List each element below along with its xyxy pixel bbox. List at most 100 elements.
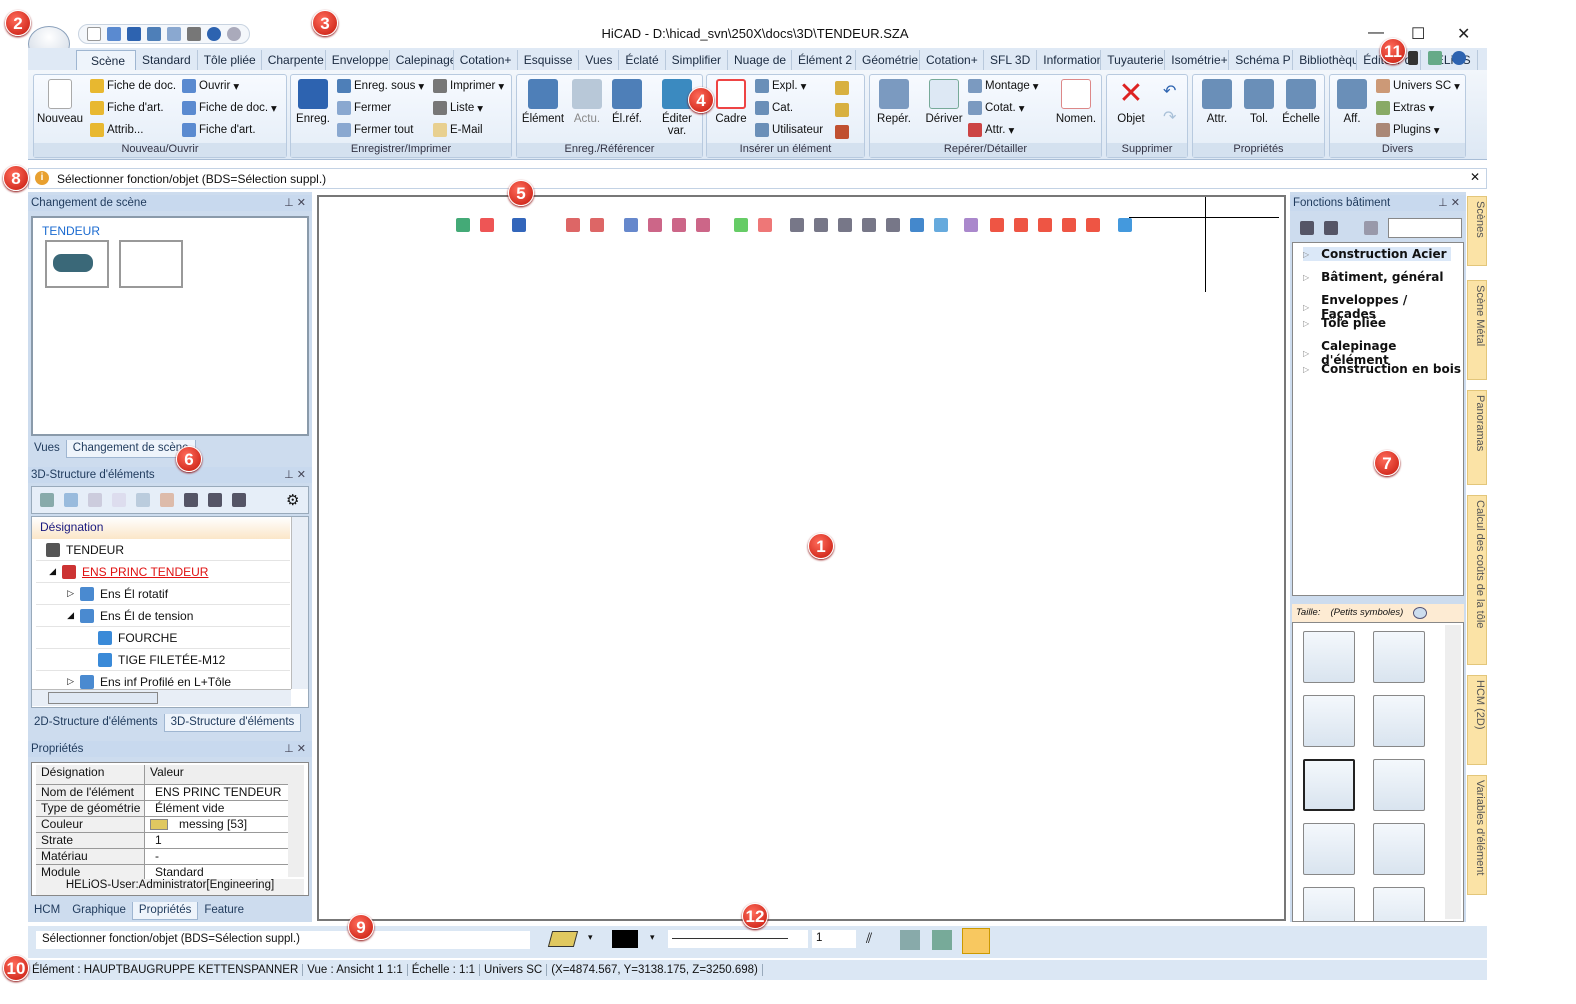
enreg-sous-button[interactable]: Enreg. sous ▾	[337, 79, 424, 93]
gallery-scrollbar[interactable]	[1445, 625, 1461, 919]
symbol-thumbnail[interactable]	[1373, 759, 1425, 811]
ribbon-tab[interactable]: SFL 3D	[984, 50, 1038, 70]
tol-button[interactable]: Tol.	[1239, 79, 1279, 125]
symbol-thumbnail[interactable]	[1303, 631, 1355, 683]
expand-arrow-icon[interactable]: ▷	[1303, 273, 1309, 282]
ribbon-tab[interactable]: Simplifier	[666, 50, 729, 70]
ribbon-tab[interactable]: Élément 2	[792, 50, 857, 70]
attr-button[interactable]: Attr.	[1195, 79, 1239, 125]
symbol-thumbnail[interactable]	[1373, 887, 1425, 921]
redo-icon[interactable]: ↷	[1163, 107, 1176, 127]
cube-red-icon[interactable]	[758, 218, 772, 232]
gear-doc-icon[interactable]	[835, 81, 849, 95]
deriver-button[interactable]: Dériver	[920, 79, 968, 125]
aff-button[interactable]: Aff.	[1332, 79, 1372, 125]
cube-section-icon[interactable]	[1062, 218, 1076, 232]
ribbon-tab[interactable]: Nuage de	[728, 50, 793, 70]
tab-hcm[interactable]: HCM	[28, 902, 66, 920]
coordinate-system-icon[interactable]	[900, 930, 920, 950]
refresh-icon[interactable]	[624, 218, 638, 232]
cadre-button[interactable]: Cadre	[709, 79, 753, 125]
chevron-down-icon[interactable]: ▾	[588, 932, 593, 943]
filter-icon[interactable]	[1118, 218, 1132, 232]
side-tab[interactable]: Panoramas	[1467, 390, 1487, 485]
fill-color-icon[interactable]	[547, 931, 579, 947]
edit-icon[interactable]	[1428, 51, 1442, 65]
axes-icon[interactable]	[932, 930, 952, 950]
expand-level-1-icon[interactable]	[184, 493, 198, 507]
nomen-button[interactable]: Nomen.	[1052, 79, 1100, 125]
view-iso-icon[interactable]	[910, 218, 924, 232]
collapse-all-icon[interactable]	[1324, 221, 1338, 235]
supprimer-objet-button[interactable]: ✕ Objet	[1109, 79, 1153, 126]
reper-button[interactable]: Repér.	[872, 79, 916, 125]
tree-row[interactable]: TENDEUR	[36, 539, 290, 561]
view-front-icon[interactable]	[790, 218, 804, 232]
ribbon-tab[interactable]: Vues	[579, 50, 620, 70]
expand-toggle-icon[interactable]: ▷	[36, 676, 80, 687]
ribbon-tab[interactable]: Esquisse	[518, 50, 580, 70]
ouvrir-button[interactable]: Ouvrir ▾	[182, 79, 239, 93]
properties-scrollbar[interactable]	[288, 765, 304, 877]
gear-multi-icon[interactable]	[835, 125, 849, 139]
ribbon-tab[interactable]: Cotation+	[920, 50, 985, 70]
expand-arrow-icon[interactable]: ▷	[1303, 319, 1309, 328]
tree-row[interactable]: FOURCHE	[36, 627, 290, 649]
property-row[interactable]: Matériau -	[36, 849, 288, 865]
symbol-thumbnail[interactable]	[1303, 695, 1355, 747]
copy-icon[interactable]	[88, 493, 102, 507]
close-window-button[interactable]: ✕	[1457, 24, 1470, 44]
elref-button[interactable]: Él.réf.	[607, 79, 647, 125]
category-item[interactable]: ▷ Construction en bois	[1303, 362, 1461, 376]
fiche-art-button[interactable]: Fiche d'art.	[90, 101, 164, 115]
property-row[interactable]: Strate 1	[36, 833, 288, 849]
cut-icon[interactable]	[64, 493, 78, 507]
search-icon[interactable]	[1364, 221, 1378, 235]
property-value[interactable]: messing [53]	[145, 817, 247, 832]
actu-button[interactable]: Actu.	[567, 79, 607, 125]
symbol-thumbnail[interactable]	[1303, 887, 1355, 921]
tab-graphique[interactable]: Graphique	[66, 902, 132, 920]
view-solid-icon[interactable]	[934, 218, 948, 232]
help-icon[interactable]	[1452, 51, 1466, 65]
liste-button[interactable]: Liste ▾	[433, 101, 483, 115]
expand-toggle-icon[interactable]: ◢	[36, 610, 80, 621]
line-color-swatch[interactable]	[612, 930, 638, 948]
view-back-icon[interactable]	[814, 218, 828, 232]
size-slider[interactable]	[1413, 607, 1428, 619]
symbol-thumbnail[interactable]	[1303, 823, 1355, 875]
zoom-out-icon[interactable]	[672, 218, 686, 232]
undo-icon[interactable]: ↶	[1163, 81, 1176, 101]
property-value[interactable]: Élément vide	[145, 801, 224, 816]
ribbon-tab[interactable]: Bibliothèque	[1293, 50, 1358, 70]
paste-icon[interactable]	[112, 493, 126, 507]
view-left-icon[interactable]	[838, 218, 852, 232]
utilisateur-button[interactable]: Utilisateur	[755, 123, 823, 137]
expand-all-icon[interactable]	[1300, 221, 1314, 235]
paste-ref-icon[interactable]	[160, 493, 174, 507]
fermer-button[interactable]: Fermer	[337, 101, 391, 115]
plugins-button[interactable]: Plugins ▾	[1376, 123, 1440, 137]
cube-section-icon[interactable]	[990, 218, 1004, 232]
nouveau-button[interactable]: Nouveau	[36, 79, 84, 125]
ribbon-tab[interactable]: Calepinage	[390, 50, 454, 70]
symbol-thumbnail[interactable]	[1373, 695, 1425, 747]
property-value[interactable]: Standard	[145, 865, 204, 880]
ribbon-tab[interactable]: Tuyauterie	[1101, 50, 1166, 70]
tree-row[interactable]: TIGE FILETÉE-M12	[36, 649, 290, 671]
category-item[interactable]: ▷ Construction Acier	[1303, 247, 1451, 261]
symbol-thumbnail[interactable]	[1303, 759, 1355, 811]
extras-button[interactable]: Extras ▾	[1376, 101, 1434, 115]
ribbon-tab[interactable]: Enveloppe	[326, 50, 390, 70]
gear-doc-icon[interactable]	[835, 103, 849, 117]
side-tab[interactable]: HCM (2D)	[1467, 675, 1487, 765]
side-tab[interactable]: Calcul des coûts de la tôle	[1467, 495, 1487, 665]
expand-arrow-icon[interactable]: ▷	[1303, 365, 1309, 374]
property-value[interactable]: ENS PRINC TENDEUR	[145, 785, 281, 800]
zoom-in-icon[interactable]	[648, 218, 662, 232]
ribbon-tab[interactable]: Cotation+	[454, 50, 518, 70]
expand-arrow-icon[interactable]: ▷	[1303, 349, 1309, 358]
view-top-icon[interactable]	[886, 218, 900, 232]
cube-section-icon[interactable]	[1014, 218, 1028, 232]
cube-green-icon[interactable]	[734, 218, 748, 232]
